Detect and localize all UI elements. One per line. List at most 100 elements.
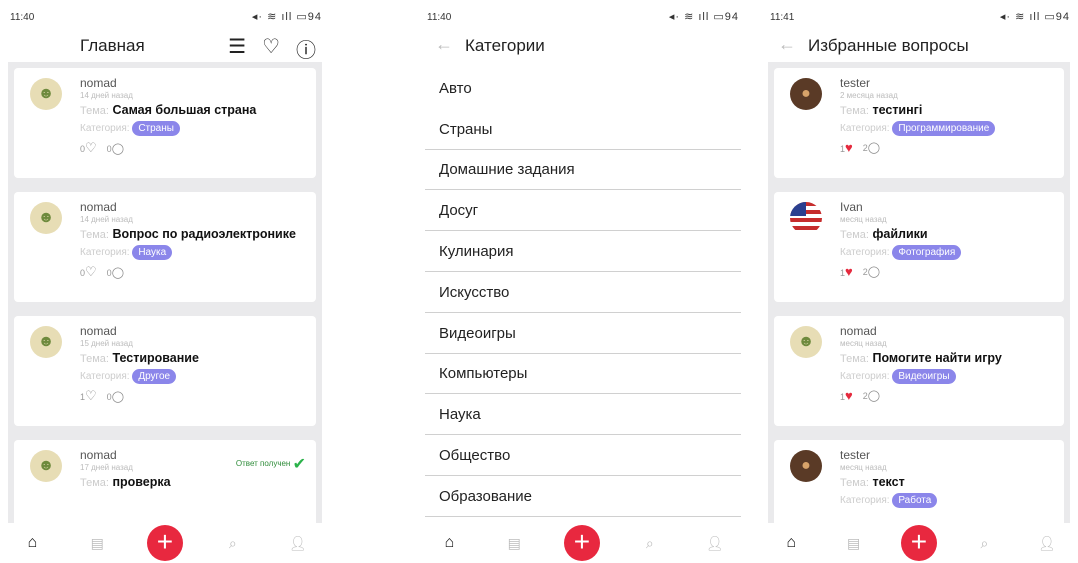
profile-icon[interactable]: 👤︎ — [1032, 535, 1062, 552]
avatar: ☻ — [30, 202, 62, 234]
categories-list-icon[interactable]: ☰ — [228, 34, 246, 63]
add-question-button[interactable]: + — [900, 525, 937, 561]
comment-icon[interactable]: ◯ — [112, 391, 124, 403]
category-item[interactable]: Кулинария — [425, 232, 741, 272]
question-card[interactable]: ☻ nomad 14 дней назад Тема: Вопрос по ра… — [14, 192, 316, 302]
category-chip[interactable]: Фотография — [892, 245, 962, 260]
bottom-nav: ⌂ ▤ + ⌕ 👤︎ — [0, 523, 330, 563]
category-item[interactable]: Досуг — [425, 191, 741, 232]
status-bar: 11:40 ◂· ≋ ıll ▭94 — [417, 0, 747, 34]
question-card[interactable]: ☻ nomad 14 дней назад Тема: Самая больша… — [14, 68, 316, 178]
chats-icon[interactable]: ▤ — [499, 535, 529, 552]
search-icon[interactable]: ⌕ — [969, 535, 999, 552]
add-question-button[interactable]: + — [146, 525, 183, 561]
category-label: Категория: — [840, 247, 890, 258]
question-card[interactable]: ☻ Ответ получен ✔ nomad 17 дней назад Те… — [14, 440, 316, 525]
status-time: 11:41 — [770, 12, 795, 23]
question-card[interactable]: ☻ nomad месяц назад Тема: Помогите найти… — [774, 316, 1064, 426]
category-item[interactable]: Видеоигры — [425, 314, 741, 354]
username[interactable]: tester — [840, 76, 1056, 90]
status-bar: 11:40 ◂· ≋ ıll ▭94 — [0, 0, 330, 34]
comment-icon[interactable]: ◯ — [112, 267, 124, 279]
username[interactable]: Ivan — [840, 200, 1056, 214]
avatar: ● — [790, 78, 822, 110]
category-chip[interactable]: Другое — [132, 369, 177, 384]
bottom-nav: ⌂ ▤ + ⌕ 👤︎ — [760, 523, 1078, 563]
heart-filled-icon[interactable]: ♥ — [845, 140, 853, 155]
check-icon: ✔ — [292, 456, 306, 473]
question-card[interactable]: ● tester месяц назад Тема: текст Категор… — [774, 440, 1064, 525]
answered-label: Ответ получен — [235, 459, 291, 469]
post-time: месяц назад — [840, 339, 887, 348]
heart-filled-icon[interactable]: ♥ — [845, 388, 853, 403]
heart-filled-icon[interactable]: ♥ — [845, 264, 853, 279]
avatar: ☻ — [790, 326, 822, 358]
category-chip[interactable]: Работа — [892, 493, 938, 508]
comment-icon[interactable]: ◯ — [868, 390, 880, 402]
search-icon[interactable]: ⌕ — [635, 535, 665, 552]
category-item[interactable]: Наука — [425, 395, 741, 436]
topic-label: Тема: — [840, 105, 869, 117]
username[interactable]: nomad — [80, 200, 308, 214]
comment-icon[interactable]: ◯ — [868, 142, 880, 154]
search-icon[interactable]: ⌕ — [218, 535, 248, 552]
category-item[interactable]: Общество — [425, 436, 741, 476]
username[interactable]: nomad — [80, 324, 308, 338]
topic-label: Тема: — [80, 353, 109, 365]
category-item[interactable]: Страны — [425, 110, 741, 150]
chats-icon[interactable]: ▤ — [82, 535, 112, 552]
profile-icon[interactable]: 👤︎ — [283, 535, 313, 552]
status-time: 11:40 — [427, 12, 452, 23]
avatar: ☻ — [30, 450, 62, 482]
categories-screen: 11:40 ◂· ≋ ıll ▭94 ← Категории Авто Стра… — [417, 0, 747, 563]
header: ← Категории — [417, 34, 747, 62]
category-item[interactable]: Искусство — [425, 273, 741, 313]
home-icon[interactable]: ⌂ — [17, 534, 47, 552]
add-question-button[interactable]: + — [563, 525, 600, 561]
favorites-heart-icon[interactable]: ♡ — [262, 34, 280, 63]
username[interactable]: tester — [840, 448, 1056, 462]
post-time: месяц назад — [840, 463, 887, 472]
category-chip[interactable]: Наука — [132, 245, 173, 260]
back-arrow-icon[interactable]: ← — [435, 34, 453, 55]
question-feed[interactable]: ☻ nomad 14 дней назад Тема: Самая больша… — [8, 62, 322, 525]
topic-title: тестингі — [872, 103, 923, 117]
question-card[interactable]: Ivan месяц назад Тема: файлики Категория… — [774, 192, 1064, 302]
topic-title: проверка — [112, 475, 171, 489]
heart-icon[interactable]: ♡ — [85, 264, 97, 279]
comment-icon[interactable]: ◯ — [868, 266, 880, 278]
category-item[interactable]: Компьютеры — [425, 354, 741, 395]
topic-label: Тема: — [840, 353, 869, 365]
question-card[interactable]: ● tester 2 месяца назад Тема: тестингі К… — [774, 68, 1064, 178]
category-item[interactable]: Домашние задания — [425, 150, 741, 191]
home-icon[interactable]: ⌂ — [776, 534, 806, 552]
favorites-screen: 11:41 ◂· ≋ ıll ▭94 ← Избранные вопросы ●… — [760, 0, 1078, 563]
category-item[interactable]: Образование — [425, 477, 741, 517]
comment-icon[interactable]: ◯ — [112, 143, 124, 155]
avatar — [790, 202, 822, 234]
category-chip[interactable]: Страны — [132, 121, 180, 136]
favorites-feed[interactable]: ● tester 2 месяца назад Тема: тестингі К… — [768, 62, 1070, 525]
category-list[interactable]: Авто Страны Домашние задания Досуг Кулин… — [425, 68, 741, 517]
topic-title: Тестирование — [112, 351, 199, 365]
post-time: 2 месяца назад — [840, 91, 898, 100]
heart-icon[interactable]: ♡ — [85, 388, 97, 403]
status-time: 11:40 — [10, 12, 35, 23]
page-title: Категории — [465, 36, 545, 55]
username[interactable]: nomad — [840, 324, 1056, 338]
question-card[interactable]: ☻ nomad 15 дней назад Тема: Тестирование… — [14, 316, 316, 426]
topic-label: Тема: — [840, 229, 869, 241]
back-arrow-icon[interactable]: ← — [778, 34, 796, 55]
avatar: ● — [790, 450, 822, 482]
heart-icon[interactable]: ♡ — [85, 140, 97, 155]
profile-icon[interactable]: 👤︎ — [700, 535, 730, 552]
category-chip[interactable]: Видеоигры — [892, 369, 956, 384]
category-chip[interactable]: Программирование — [892, 121, 996, 136]
help-icon[interactable]: ⓘ — [296, 34, 316, 63]
avatar: ☻ — [30, 326, 62, 358]
username[interactable]: nomad — [80, 76, 308, 90]
chats-icon[interactable]: ▤ — [839, 535, 869, 552]
header: Главная ☰ ♡ ⓘ — [0, 34, 330, 62]
category-item[interactable]: Авто — [425, 69, 741, 109]
home-icon[interactable]: ⌂ — [434, 534, 464, 552]
